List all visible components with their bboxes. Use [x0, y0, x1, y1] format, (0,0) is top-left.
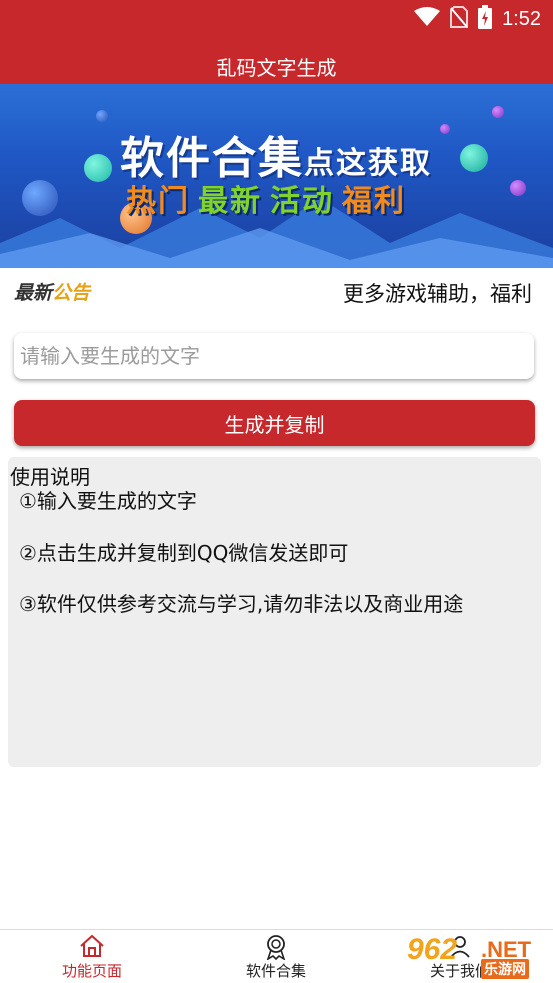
tab-software-collection[interactable]: 软件合集 [184, 930, 368, 983]
decor-bubble [96, 110, 108, 122]
app-screen: 1:52 乱码文字生成 软件合集点这获取 热门 最新 活动 福利 最新公告 更多游戏辅… [0, 0, 553, 983]
text-input[interactable] [14, 333, 534, 379]
banner-tag-3: 福利 [342, 184, 406, 219]
decor-bubble [460, 144, 488, 172]
status-time: 1:52 [502, 7, 541, 30]
usage-item-2: ②点击生成并复制到QQ微信发送即可 [19, 541, 349, 565]
usage-item-1: ①输入要生成的文字 [19, 489, 197, 513]
notice-marquee-text: 更多游戏辅助，福利 [343, 282, 532, 306]
tab-function-page[interactable]: 功能页面 [0, 930, 184, 983]
no-sim-icon [450, 6, 469, 32]
site-watermark: 962 .NET 乐游网 [407, 933, 547, 979]
app-header: 1:52 乱码文字生成 [0, 0, 553, 84]
watermark-number: 962 [407, 933, 458, 966]
banner-tags: 热门 最新 活动 福利 [126, 176, 414, 220]
notice-logo-part2: 公告 [52, 282, 91, 304]
usage-item-3: ③软件仅供参考交流与学习,请勿非法以及商业用途 [19, 592, 464, 616]
decor-bubble [492, 106, 504, 118]
decor-bubble [440, 124, 450, 134]
battery-icon [478, 5, 493, 33]
notice-logo: 最新公告 [14, 278, 90, 305]
promo-banner[interactable]: 软件合集点这获取 热门 最新 活动 福利 [0, 84, 553, 268]
watermark-site: 乐游网 [481, 959, 529, 979]
decor-bubble [84, 154, 112, 182]
generate-copy-button[interactable]: 生成并复制 [14, 400, 535, 446]
banner-tag-2: 活动 [270, 184, 334, 219]
home-icon [79, 934, 105, 962]
page-title: 乱码文字生成 [216, 56, 337, 80]
bottom-nav: 功能页面 软件合集 关于我们 962 .NET 乐游网 [0, 929, 553, 983]
status-bar: 1:52 [414, 5, 541, 33]
notice-logo-part1: 最新 [14, 282, 53, 304]
usage-panel: 使用说明 ①输入要生成的文字 ②点击生成并复制到QQ微信发送即可 ③软件仅供参考… [8, 457, 541, 767]
tab-label: 功能页面 [61, 962, 122, 980]
banner-tag-0: 热门 [126, 184, 190, 219]
wifi-icon [414, 7, 441, 31]
notice-bar: 最新公告 更多游戏辅助，福利 [0, 268, 553, 318]
banner-tag-1: 最新 [198, 184, 262, 219]
tab-label: 软件合集 [245, 962, 306, 980]
